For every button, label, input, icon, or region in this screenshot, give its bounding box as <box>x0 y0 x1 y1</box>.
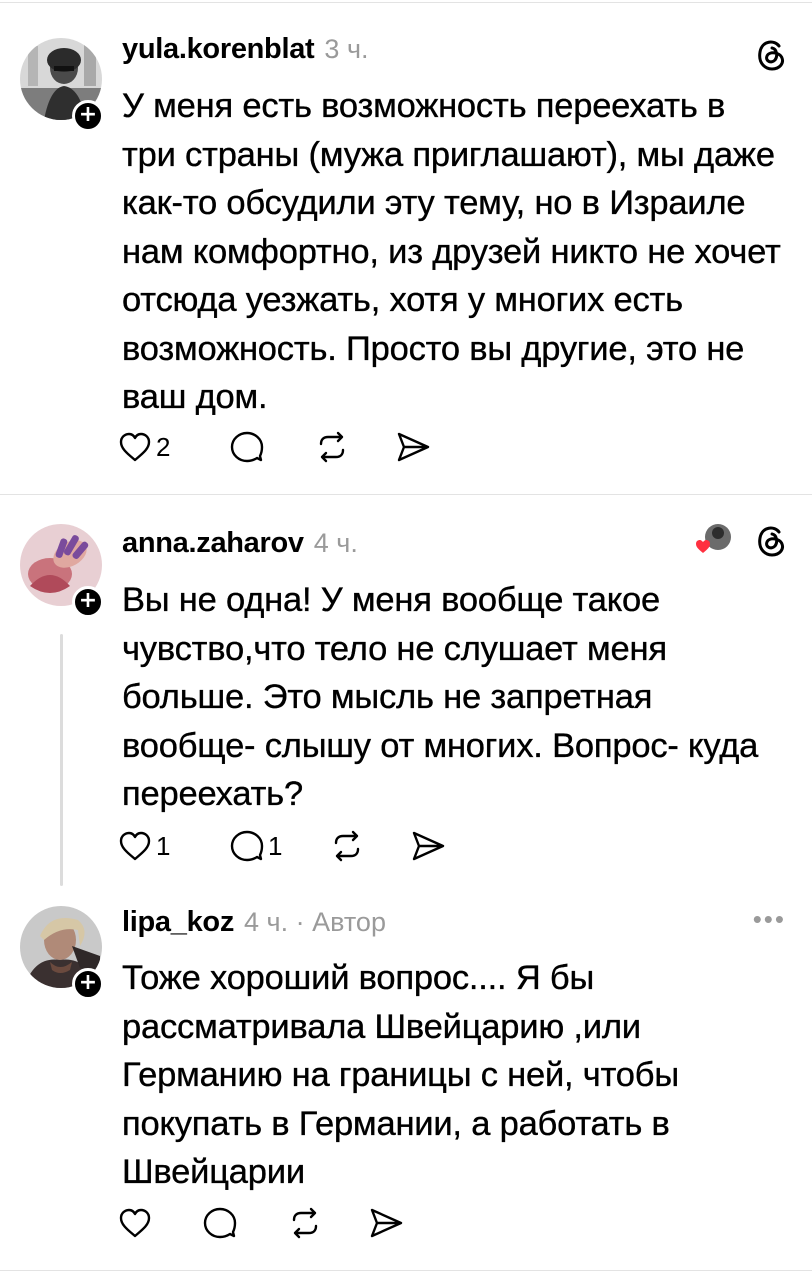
action-bar <box>118 1201 404 1245</box>
follow-plus-icon[interactable]: + <box>72 968 104 1000</box>
comment-icon <box>203 1207 237 1239</box>
heart-icon <box>119 432 151 462</box>
timestamp: 4 ч. <box>313 528 358 558</box>
liked-by-author-avatar <box>694 522 734 556</box>
reply-count: 1 <box>268 830 283 861</box>
threads-logo-icon[interactable] <box>754 36 788 72</box>
more-icon[interactable]: ••• <box>753 904 786 935</box>
post: + yula.korenblat 3 ч. У меня есть возмож… <box>0 0 812 494</box>
repost-button[interactable] <box>315 425 395 469</box>
share-button[interactable] <box>368 1201 404 1245</box>
share-button[interactable] <box>410 824 446 868</box>
repost-icon <box>334 830 360 862</box>
comment-icon <box>230 431 264 463</box>
comment-icon <box>230 830 264 862</box>
repost-button[interactable] <box>288 1201 368 1245</box>
post-header: yula.korenblat 3 ч. <box>122 33 369 69</box>
like-button[interactable]: 2 <box>118 425 230 469</box>
post-header: anna.zaharov 4 ч. <box>122 527 358 563</box>
repost-icon <box>319 431 345 463</box>
username[interactable]: yula.korenblat <box>122 33 315 66</box>
post: + anna.zaharov 4 ч. Вы не одна! У меня в… <box>0 494 812 886</box>
repost-icon <box>292 1207 318 1239</box>
reply-button[interactable] <box>203 1201 288 1245</box>
post: + lipa_koz 4 ч. · Автор ••• Тоже хороший… <box>0 886 812 1280</box>
repost-button[interactable] <box>330 824 410 868</box>
heart-icon <box>119 1208 151 1238</box>
reply-button[interactable]: 1 <box>230 824 330 868</box>
share-button[interactable] <box>395 425 431 469</box>
username[interactable]: anna.zaharov <box>122 527 304 560</box>
divider <box>0 1270 812 1271</box>
username[interactable]: lipa_koz <box>122 906 234 939</box>
timestamp: 3 ч. <box>324 34 369 64</box>
like-button[interactable] <box>118 1201 203 1245</box>
action-bar: 2 <box>118 425 431 469</box>
like-button[interactable]: 1 <box>118 824 230 868</box>
send-icon <box>397 432 430 462</box>
timestamp: 4 ч. · Автор <box>244 907 386 937</box>
heart-icon <box>696 540 710 553</box>
threads-logo-icon[interactable] <box>754 522 788 558</box>
action-bar: 1 1 <box>118 824 446 868</box>
like-count: 1 <box>156 830 171 861</box>
reply-button[interactable] <box>230 425 315 469</box>
post-header: lipa_koz 4 ч. · Автор <box>122 906 386 942</box>
thread-line <box>60 634 63 886</box>
post-text: Вы не одна! У меня вообще такое чувство,… <box>122 581 759 813</box>
follow-plus-icon[interactable]: + <box>72 586 104 618</box>
post-text: У меня есть возможность переехать в три … <box>122 87 781 416</box>
send-icon <box>370 1208 403 1238</box>
follow-plus-icon[interactable]: + <box>72 100 104 132</box>
like-count: 2 <box>156 431 171 462</box>
heart-icon <box>119 831 151 861</box>
post-text: Тоже хороший вопрос.... Я бы рассматрива… <box>122 959 679 1191</box>
send-icon <box>412 831 445 861</box>
